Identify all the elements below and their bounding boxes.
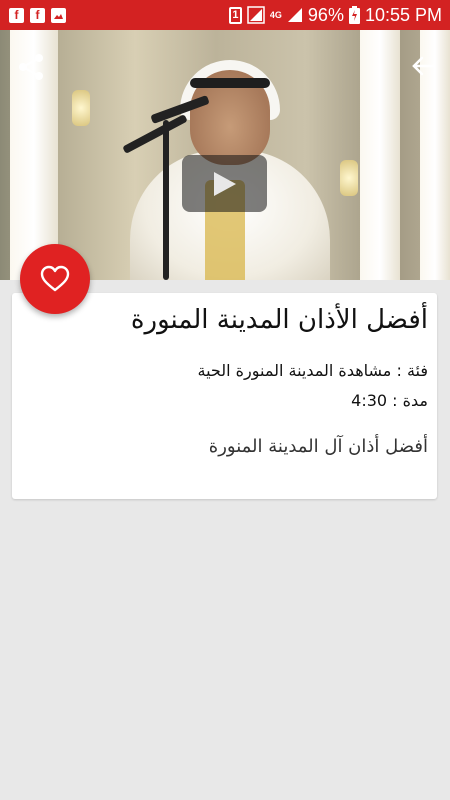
category-row: فئة : مشاهدة المدينة المنورة الحية xyxy=(198,361,428,380)
duration-label: مدة : xyxy=(387,391,428,410)
battery-percent: 96% xyxy=(307,4,344,25)
category-label: فئة : xyxy=(391,361,428,380)
duration-value: 4:30 xyxy=(351,391,388,410)
network-type: 4G xyxy=(269,9,282,20)
play-icon xyxy=(213,171,236,196)
video-frame-detail xyxy=(360,30,400,280)
video-frame-detail xyxy=(163,120,169,280)
image-icon xyxy=(51,7,66,23)
signal-strength-icon xyxy=(287,8,302,22)
back-button[interactable] xyxy=(410,52,438,80)
favorite-button[interactable] xyxy=(20,244,90,314)
duration-row: مدة : 4:30 xyxy=(351,391,428,410)
battery-charging-icon xyxy=(348,6,360,24)
video-frame-detail xyxy=(340,160,358,196)
back-arrow-icon xyxy=(412,56,436,76)
category-value: مشاهدة المدينة المنورة الحية xyxy=(197,361,392,380)
clock: 10:55 PM xyxy=(364,4,442,25)
facebook-icon: f xyxy=(9,7,24,23)
signal-icon xyxy=(247,6,265,24)
heart-icon xyxy=(40,265,70,292)
sim-icon: 1 xyxy=(228,6,242,24)
facebook-icon: f xyxy=(30,7,45,23)
video-player[interactable] xyxy=(0,30,450,280)
status-bar: f f 1 4G 96% 10:55 PM xyxy=(0,0,450,30)
play-button[interactable] xyxy=(182,155,267,212)
share-button[interactable] xyxy=(16,52,46,82)
video-description: أفضل أذان آل المدينة المنورة xyxy=(208,436,428,457)
notification-icons: f f xyxy=(9,7,66,23)
system-indicators: 1 4G 96% 10:55 PM xyxy=(228,4,442,26)
video-frame-detail xyxy=(72,90,90,126)
video-title: أفضل الأذان المدينة المنورة xyxy=(130,305,428,335)
share-icon xyxy=(19,54,43,80)
video-frame-detail xyxy=(190,78,270,88)
